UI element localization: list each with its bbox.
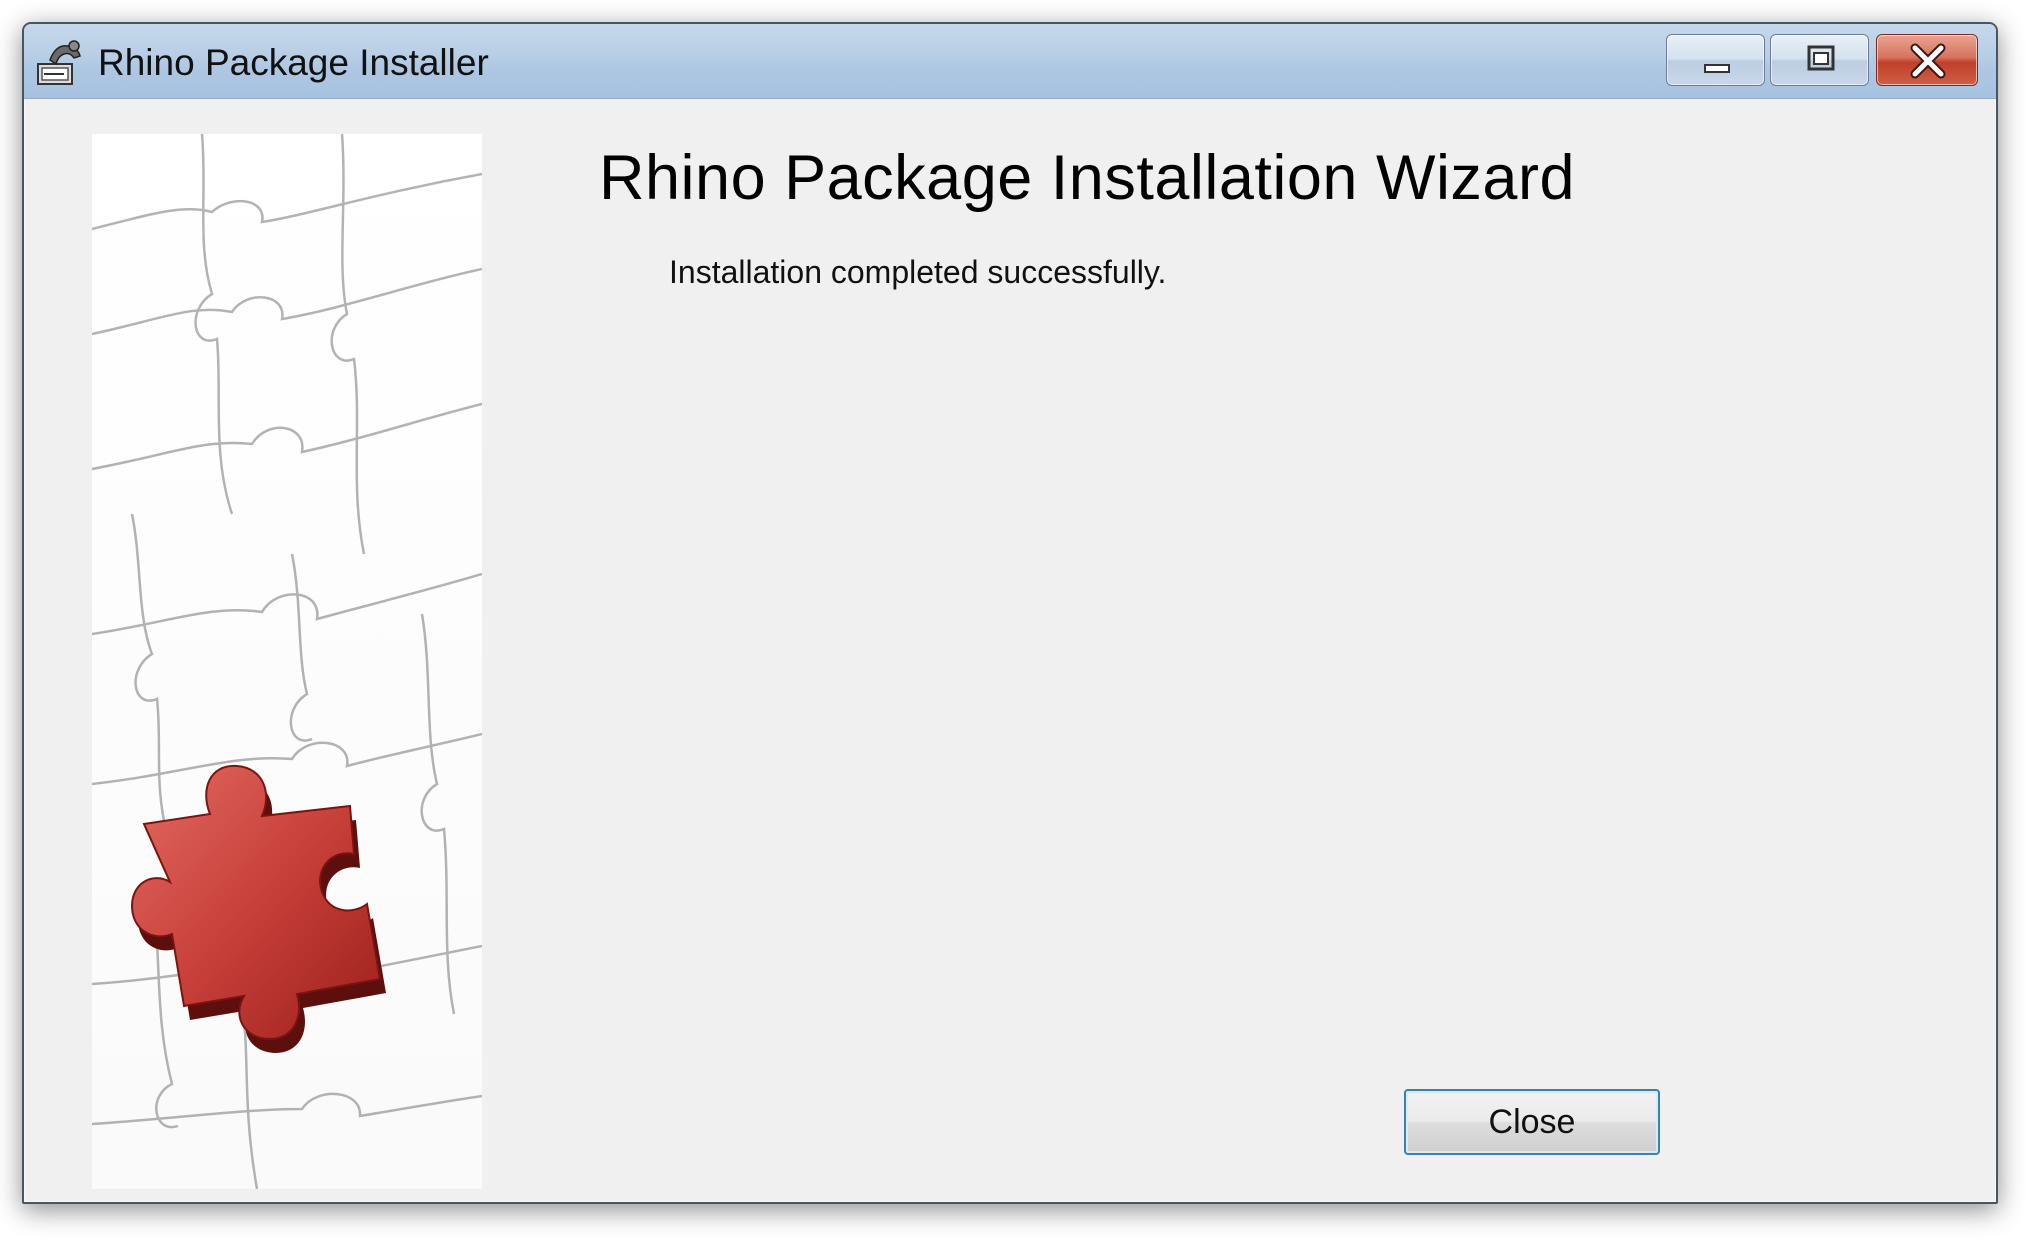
installer-window: Rhino Package Installer Rhino Package In… (22, 22, 1998, 1204)
puzzle-pieces-illustration (92, 134, 482, 1189)
maximize-icon (1807, 45, 1835, 71)
rhino-installer-icon (36, 38, 86, 88)
close-icon (1910, 43, 1946, 79)
maximize-button[interactable] (1770, 34, 1869, 86)
close-button[interactable]: Close (1404, 1089, 1660, 1155)
title-bar[interactable]: Rhino Package Installer (24, 24, 1996, 99)
status-message: Installation completed successfully. (669, 254, 1167, 290)
minimize-icon (1704, 64, 1730, 73)
window-title: Rhino Package Installer (98, 42, 489, 83)
wizard-heading: Rhino Package Installation Wizard (599, 143, 1575, 213)
window-close-button[interactable] (1876, 34, 1978, 86)
minimize-button[interactable] (1666, 34, 1765, 86)
